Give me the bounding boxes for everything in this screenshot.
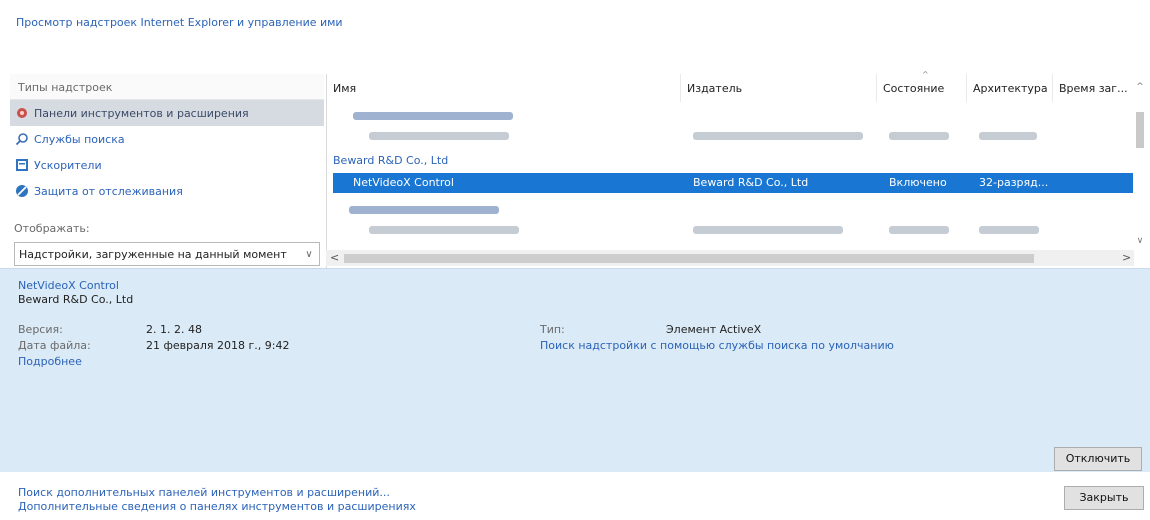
page-title-link[interactable]: Просмотр надстроек Internet Explorer и у… xyxy=(16,16,343,29)
no-tracking-icon xyxy=(14,183,30,199)
column-header-publisher[interactable]: Издатель xyxy=(681,74,877,102)
show-dropdown[interactable]: Надстройки, загруженные на данный момент… xyxy=(14,242,320,266)
list-item-blurred-group xyxy=(333,200,1133,220)
row-publisher: Beward R&D Co., Ltd xyxy=(693,176,809,189)
group-name xyxy=(343,200,543,220)
type-item-label: Ускорители xyxy=(34,158,102,172)
row-publisher xyxy=(687,126,877,146)
search-icon xyxy=(14,131,30,147)
scrollbar-thumb[interactable] xyxy=(1136,112,1144,148)
version-value: 2. 1. 2. 48 xyxy=(146,323,202,336)
footer-links: Поиск дополнительных панелей инструменто… xyxy=(18,486,416,514)
row-state xyxy=(883,126,973,146)
find-more-toolbars-link[interactable]: Поиск дополнительных панелей инструменто… xyxy=(18,486,416,500)
horizontal-scrollbar[interactable]: < > xyxy=(326,250,1134,266)
date-value: 21 февраля 2018 г., 9:42 xyxy=(146,339,290,352)
vertical-scrollbar[interactable]: ^ ∨ xyxy=(1134,82,1146,248)
sort-arrow-icon: ^ xyxy=(922,70,929,79)
type-item-tracking-protection[interactable]: Защита от отслеживания xyxy=(10,178,324,204)
type-label: Тип: xyxy=(540,323,565,336)
scroll-left-icon[interactable]: < xyxy=(330,251,339,264)
group-name: Beward R&D Co., Ltd xyxy=(333,154,449,167)
accelerator-icon xyxy=(14,157,30,173)
row-arch xyxy=(973,126,1059,146)
more-info-link[interactable]: Подробнее xyxy=(18,355,82,368)
chevron-down-icon: ∨ xyxy=(305,248,313,260)
type-item-accelerators[interactable]: Ускорители xyxy=(10,152,324,178)
close-button[interactable]: Закрыть xyxy=(1064,486,1144,510)
details-publisher: Beward R&D Co., Ltd xyxy=(18,293,134,306)
learn-more-toolbars-link[interactable]: Дополнительные сведения о панелях инстру… xyxy=(18,500,416,514)
list-item-blurred-group xyxy=(333,106,1133,126)
type-item-label: Панели инструментов и расширения xyxy=(34,106,249,120)
type-item-label: Службы поиска xyxy=(34,132,125,146)
scroll-down-icon[interactable]: ∨ xyxy=(1134,236,1146,246)
row-name xyxy=(363,220,563,240)
date-label: Дата файла: xyxy=(18,339,91,352)
gear-icon xyxy=(14,105,30,121)
scroll-right-icon[interactable]: > xyxy=(1122,251,1131,264)
row-arch: 32-разряд... xyxy=(979,176,1049,189)
list-item-blurred[interactable] xyxy=(333,126,1133,146)
scrollbar-thumb[interactable] xyxy=(344,254,1034,263)
row-arch xyxy=(973,220,1059,240)
details-panel: NetVideoX Control Beward R&D Co., Ltd Ве… xyxy=(0,268,1150,472)
group-name xyxy=(347,106,547,126)
addon-types-panel: Типы надстроек Панели инструментов и рас… xyxy=(10,74,324,268)
show-dropdown-value: Надстройки, загруженные на данный момент xyxy=(19,247,287,261)
addons-list: Имя Издатель Состояние Архитектура Время… xyxy=(326,74,1144,268)
row-name: NetVideoX Control xyxy=(353,176,454,189)
column-header-load-time[interactable]: Время заг... xyxy=(1053,74,1133,102)
column-header-name[interactable]: Имя xyxy=(327,74,681,102)
details-addon-name: NetVideoX Control xyxy=(18,279,119,292)
row-state: Включено xyxy=(889,176,947,189)
list-item-blurred[interactable] xyxy=(333,220,1133,240)
addon-types-header: Типы надстроек xyxy=(10,74,324,100)
version-label: Версия: xyxy=(18,323,63,336)
table-row-selected[interactable]: NetVideoX Control Beward R&D Co., Ltd Вк… xyxy=(333,173,1133,193)
type-item-search[interactable]: Службы поиска xyxy=(10,126,324,152)
type-item-label: Защита от отслеживания xyxy=(34,184,183,198)
type-value: Элемент ActiveX xyxy=(666,323,762,336)
type-item-toolbars[interactable]: Панели инструментов и расширения xyxy=(10,100,324,126)
search-addon-link[interactable]: Поиск надстройки с помощью службы поиска… xyxy=(540,339,894,352)
row-name xyxy=(363,126,563,146)
show-label: Отображать: xyxy=(14,222,90,235)
row-publisher xyxy=(687,220,877,240)
row-state xyxy=(883,220,973,240)
disable-button[interactable]: Отключить xyxy=(1054,447,1142,471)
column-header-architecture[interactable]: Архитектура xyxy=(967,74,1053,102)
scroll-up-icon[interactable]: ^ xyxy=(1134,82,1146,92)
